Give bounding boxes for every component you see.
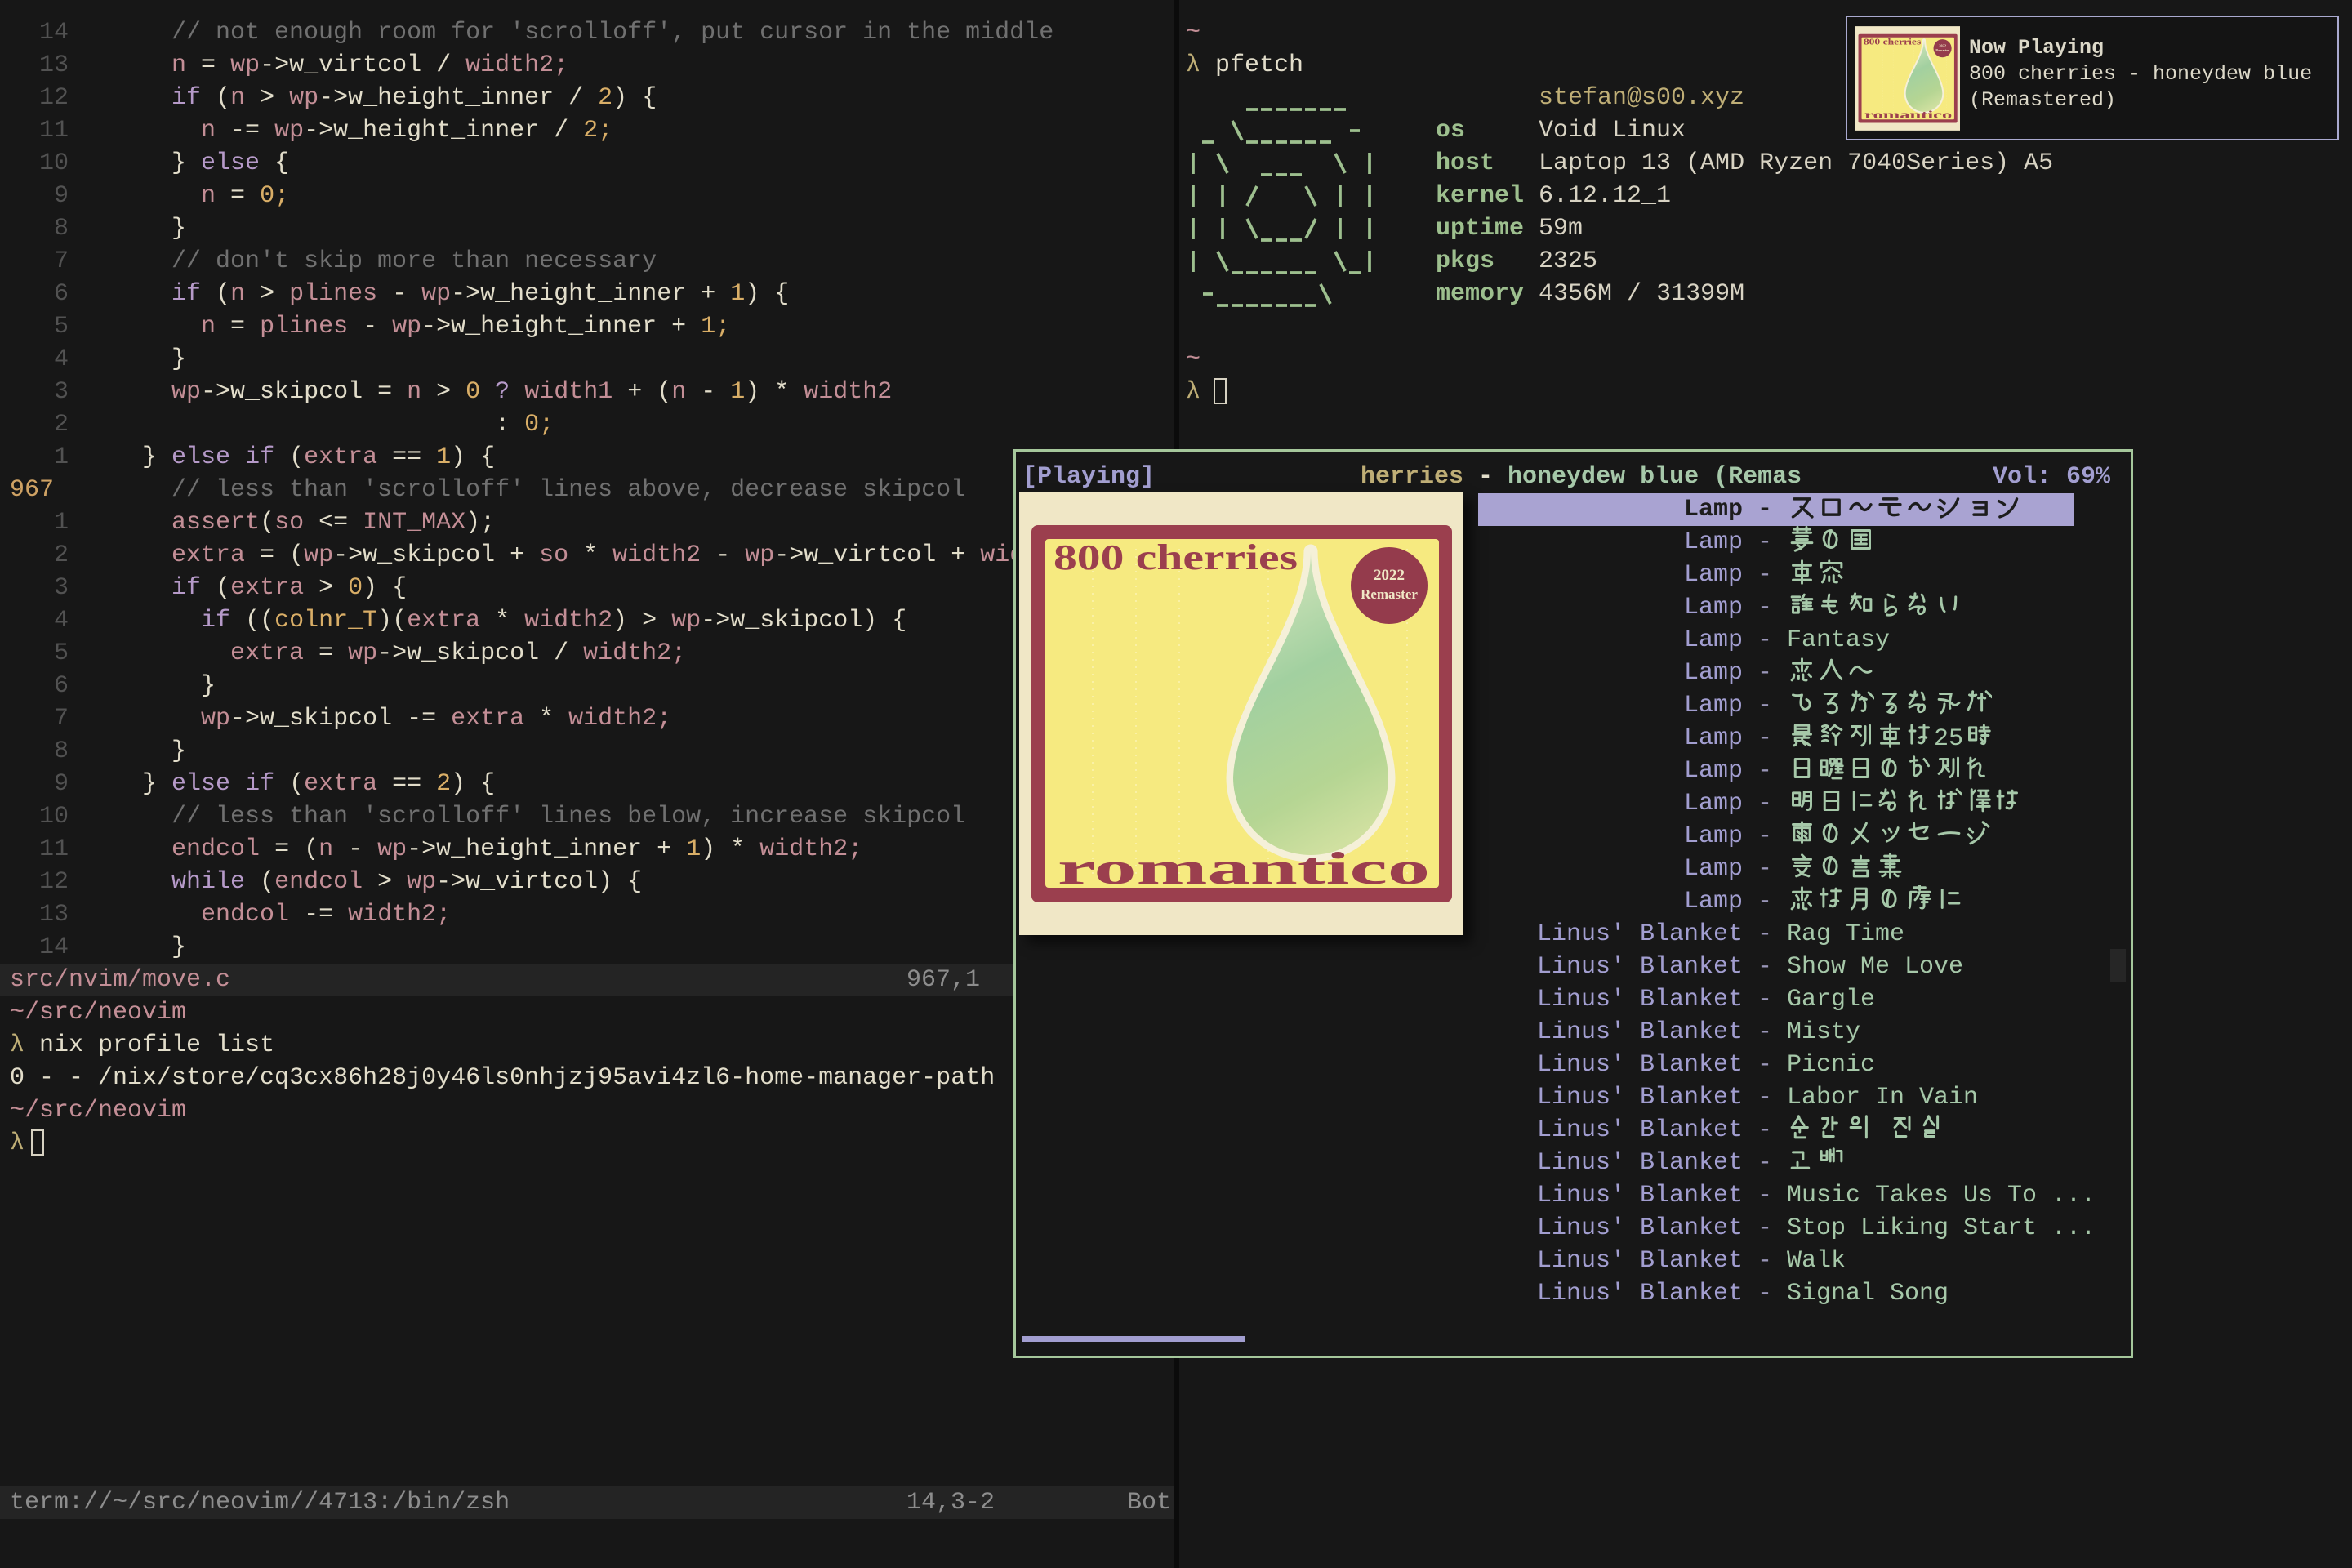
svg-text:romantico: romantico (1058, 844, 1430, 894)
svg-text:2022: 2022 (1939, 44, 1947, 48)
svg-text:800 cherries: 800 cherries (1864, 38, 1921, 47)
svg-text:romantico: romantico (1864, 109, 1953, 121)
svg-text:Remaster: Remaster (1936, 48, 1949, 52)
svg-text:2022: 2022 (1374, 567, 1405, 584)
svg-text:Remaster: Remaster (1361, 586, 1418, 602)
svg-text:800 cherries: 800 cherries (1054, 537, 1298, 577)
